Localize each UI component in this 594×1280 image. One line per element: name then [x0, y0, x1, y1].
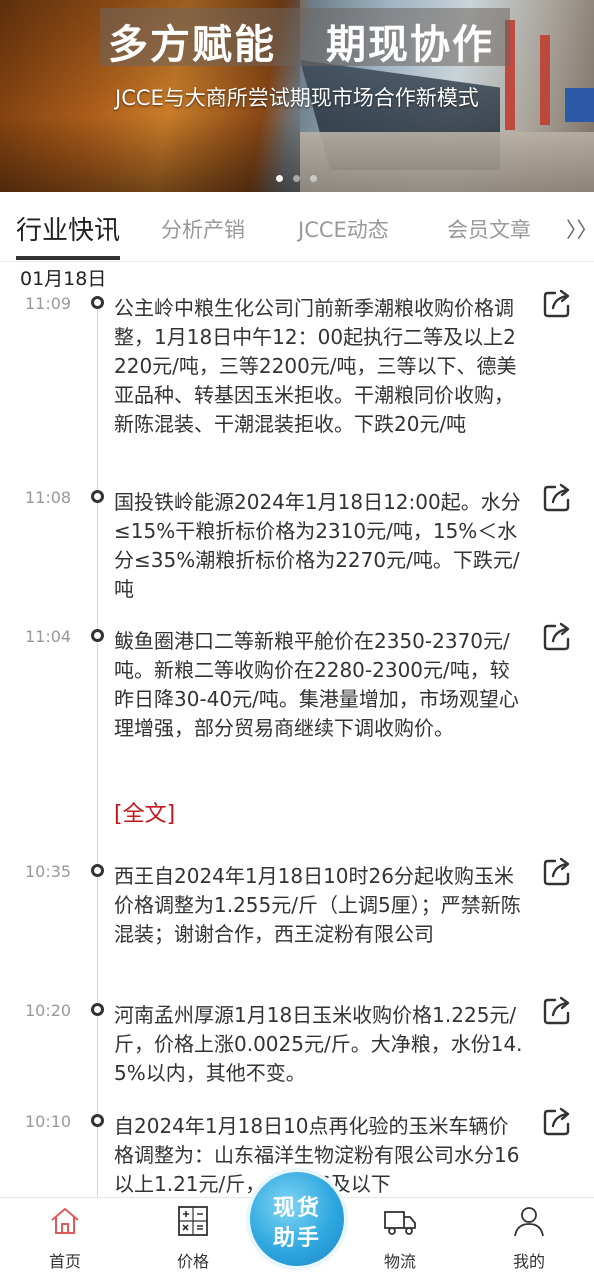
news-text[interactable]: 公主岭中粮生化公司门前新季潮粮收购价格调整，1月18日中午12：00起执行二等及…: [114, 294, 524, 439]
timeline-node: [91, 1114, 104, 1127]
calculator-icon: [178, 1206, 208, 1236]
nav-price-label: 价格: [176, 1252, 209, 1271]
full-text-link[interactable]: [全文]: [114, 796, 175, 828]
carousel-dot[interactable]: [276, 175, 283, 182]
share-icon[interactable]: [541, 621, 573, 653]
timeline-node: [91, 629, 104, 642]
nav-profile[interactable]: 我的: [484, 1198, 574, 1280]
tabs-more-icon[interactable]: 〉〉: [566, 214, 594, 244]
news-time: 11:08: [25, 488, 72, 507]
nav-profile-label: 我的: [512, 1252, 545, 1271]
share-icon[interactable]: [541, 856, 573, 888]
share-icon[interactable]: [541, 995, 573, 1027]
news-time: 11:09: [25, 294, 72, 313]
banner-title-part1: 多方赋能: [108, 21, 276, 68]
carousel-indicator[interactable]: [276, 175, 317, 182]
news-time: 10:35: [25, 862, 72, 881]
timeline-node: [91, 864, 104, 877]
news-text[interactable]: 河南孟州厚源1月18日玉米收购价格1.225元/斤，价格上涨0.0025元/斤。…: [114, 1001, 524, 1088]
news-time: 10:20: [25, 1001, 72, 1020]
banner-dock-image: [300, 132, 594, 192]
timeline-line: [97, 300, 98, 1200]
news-time: 11:04: [25, 627, 72, 646]
fab-label-line1: 现货: [272, 1196, 321, 1221]
truck-icon: [384, 1211, 416, 1235]
timeline-node: [91, 490, 104, 503]
nav-logistics-label: 物流: [383, 1252, 416, 1271]
spot-assistant-button[interactable]: 现货 助手: [250, 1172, 344, 1266]
timeline-node: [91, 1003, 104, 1016]
active-tab-indicator: [16, 256, 120, 260]
share-icon[interactable]: [541, 482, 573, 514]
share-icon[interactable]: [541, 288, 573, 320]
banner-subtitle: JCCE与大商所尝试期现市场合作新模式: [115, 86, 479, 110]
user-icon: [514, 1207, 544, 1237]
share-icon[interactable]: [541, 1106, 573, 1138]
fab-label-line2: 助手: [272, 1226, 321, 1251]
nav-home[interactable]: 首页: [20, 1198, 110, 1280]
banner-title-part2: 期现协作: [326, 21, 494, 68]
tab-analysis[interactable]: 分析产销: [161, 214, 245, 244]
home-icon: [51, 1208, 79, 1234]
news-text[interactable]: 国投铁岭能源2024年1月18日12:00起。水分≤15%干粮折标价格为2310…: [114, 488, 524, 604]
tab-industry-news[interactable]: 行业快讯: [16, 210, 120, 247]
news-text[interactable]: 西王自2024年1月18日10时26分起收购玉米价格调整为1.255元/斤（上调…: [114, 862, 524, 949]
nav-home-label: 首页: [48, 1252, 81, 1271]
carousel-dot[interactable]: [293, 175, 300, 182]
category-tabs: 行业快讯 分析产销 JCCE动态 会员文章 〉〉: [0, 192, 594, 262]
date-header: 01月18日: [20, 268, 107, 290]
promo-banner[interactable]: 多方赋能 期现协作 JCCE与大商所尝试期现市场合作新模式: [0, 0, 594, 192]
banner-container-image: [565, 88, 594, 122]
tab-member-articles[interactable]: 会员文章: [447, 214, 531, 244]
nav-price[interactable]: 价格: [148, 1198, 238, 1280]
nav-logistics[interactable]: 物流: [355, 1198, 445, 1280]
carousel-dot[interactable]: [310, 175, 317, 182]
banner-title: 多方赋能 期现协作: [100, 8, 510, 68]
tab-jcce-news[interactable]: JCCE动态: [298, 214, 389, 244]
timeline-node: [91, 296, 104, 309]
banner-crane-image: [540, 35, 550, 125]
news-text[interactable]: 鲅鱼圈港口二等新粮平舱价在2350-2370元/吨。新粮二等收购价在2280-2…: [114, 627, 524, 743]
news-time: 10:10: [25, 1112, 72, 1131]
